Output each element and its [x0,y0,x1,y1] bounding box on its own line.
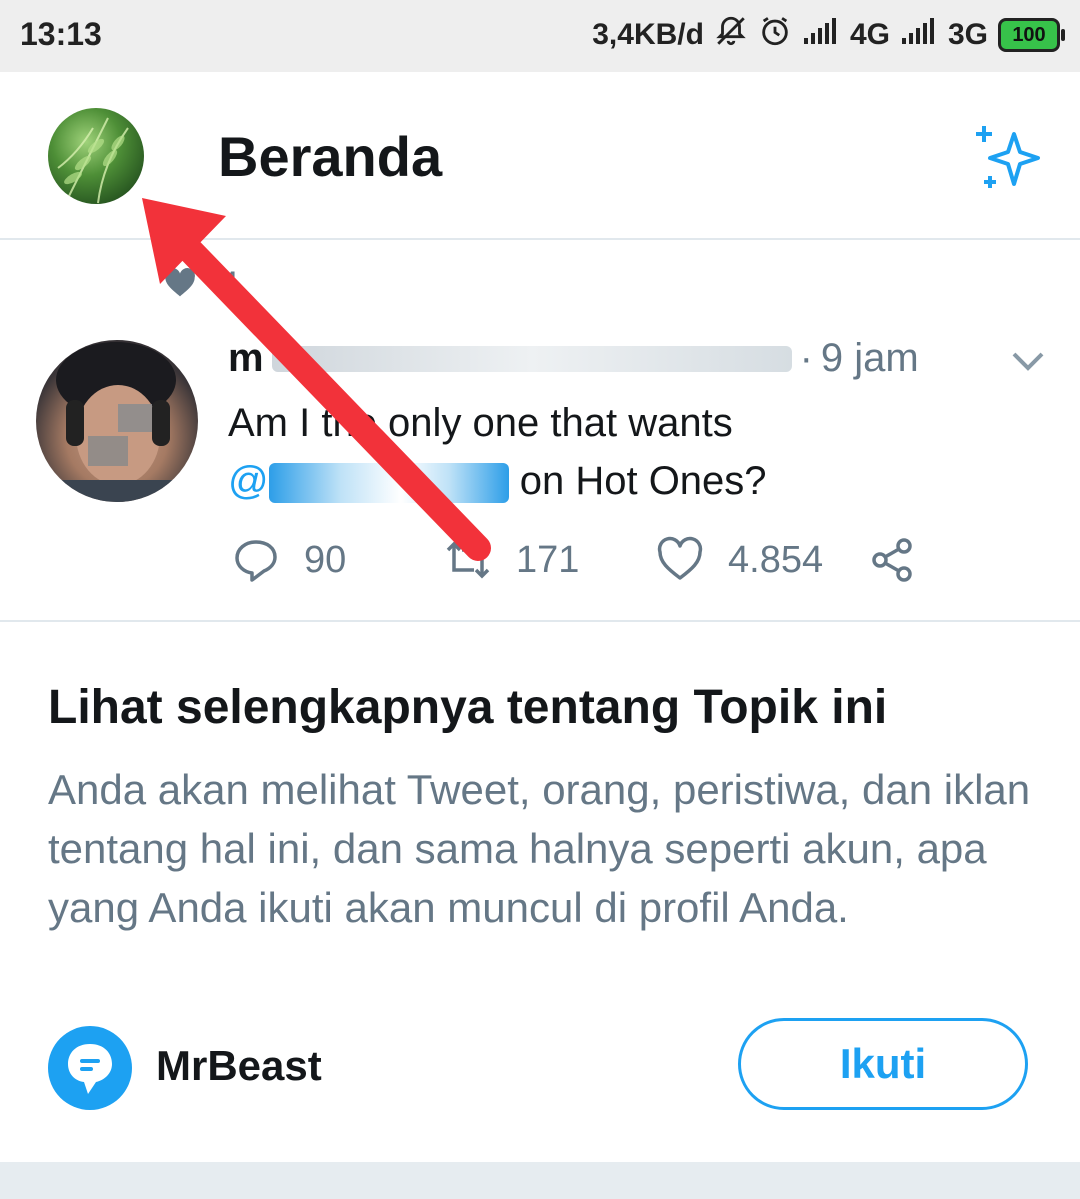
reply-icon [235,540,277,582]
tweet-author-avatar[interactable] [36,340,198,502]
redacted-handle [271,345,792,372]
section-divider [0,620,1080,622]
tweet-text: Am I the only one that wants @ on Hot On… [228,394,948,510]
like-count: 4.854 [728,538,824,581]
topic-icon [48,1026,132,1110]
tweet-header: m · 9 jam [228,336,919,381]
tweet-timestamp: 9 jam [820,336,919,380]
tweet-author-name[interactable]: m [228,336,264,381]
status-bar: 13:13 3,4KB/d 4G 3G 100 [0,0,1080,72]
app-header: Beranda [0,72,1080,240]
retweet-button[interactable]: 171 [444,536,579,584]
signal-icon [900,16,938,54]
tweet-text-line1: Am I the only one that wants [228,401,733,445]
reply-button[interactable]: 90 [232,536,346,584]
mention-link[interactable]: @ [228,459,269,503]
page-title: Beranda [218,125,443,188]
topic-card-title: Lihat selengkapnya tentang Topik ini [48,681,888,734]
share-icon [872,538,912,582]
network-type-1: 4G [849,18,890,51]
like-button[interactable]: 4.854 [656,536,823,584]
tweet-actions: 90 171 4.854 [232,536,932,592]
chevron-down-icon[interactable] [1010,346,1046,376]
topic-name: MrBeast [156,1042,322,1089]
reply-count: 90 [304,538,347,581]
like-icon [657,536,703,580]
tweet-separator: · [799,336,813,380]
retweet-icon [446,541,490,579]
notifications-off-icon [714,14,748,56]
retweet-count: 171 [516,538,580,581]
social-context-text: M [212,266,237,299]
network-type-2: 3G [947,18,988,51]
battery-icon: 100 [998,18,1065,52]
signal-icon [802,16,840,54]
status-time: 13:13 [20,16,102,52]
redacted-mention[interactable] [268,463,509,504]
topic-card-description: Anda akan melihat Tweet, orang, peristiw… [48,766,1031,931]
share-button[interactable] [868,536,916,584]
network-speed: 3,4KB/d [592,18,704,51]
status-icons: 3,4KB/d 4G 3G 100 [592,14,1065,56]
sparkle-icon[interactable] [970,122,1046,198]
social-context: M [164,266,237,300]
tweet-text-suffix: on Hot Ones? [508,459,767,503]
bottom-separator [0,1162,1080,1199]
battery-level: 100 [1012,23,1046,46]
tweet-text-line2: @ on Hot Ones? [228,452,948,510]
topic-row: MrBeast Ikuti [48,1018,1032,1114]
follow-button[interactable]: Ikuti [738,1018,1028,1110]
alarm-icon [758,14,792,56]
heart-icon [165,268,195,297]
profile-avatar[interactable] [48,108,144,204]
